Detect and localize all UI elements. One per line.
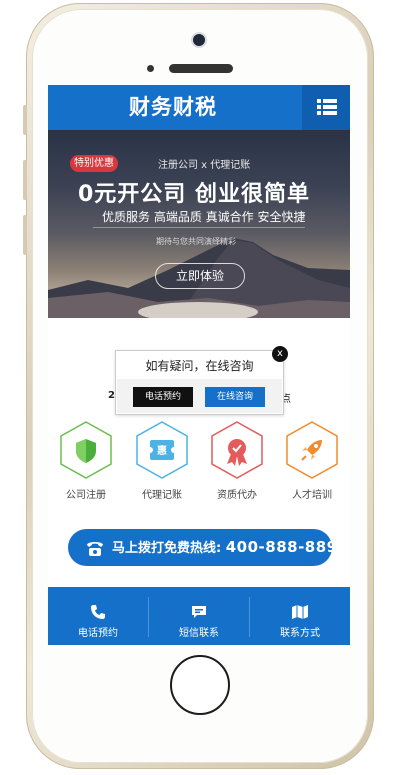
banner-tagline: 期待与您共同演绎精彩	[156, 237, 236, 246]
consult-popup: 如有疑问，在线咨询 电话预约 在线咨询	[115, 350, 284, 415]
phone-sensor	[147, 65, 154, 72]
map-icon	[292, 605, 308, 619]
service-company-registration[interactable]: 公司注册	[56, 420, 116, 501]
svg-text:惠: 惠	[157, 444, 167, 457]
nav-label: 联系方式	[280, 628, 320, 639]
telephone-icon	[87, 542, 103, 556]
popup-close-button[interactable]: x	[272, 346, 288, 362]
list-menu-icon	[317, 99, 337, 115]
nav-sms-contact[interactable]: 短信联系	[149, 587, 249, 645]
banner-features: 优质服务 高端品质 真诚合作 安全快捷	[102, 210, 306, 224]
nav-label: 电话预约	[78, 628, 118, 639]
hotline-prefix: 马上拨打免费热线:	[112, 541, 222, 556]
service-talent-training[interactable]: 人才培训	[282, 420, 342, 501]
service-bookkeeping[interactable]: 惠 代理记账	[132, 420, 192, 501]
page-title: 财务财税	[129, 95, 217, 119]
phone-screen: 财务财税 特别优惠 注册公司 x 代理记账 0元开公司 创业很简单 优质服务 高…	[48, 85, 350, 645]
hero-banner: 特别优惠 注册公司 x 代理记账 0元开公司 创业很简单 优质服务 高端品质 真…	[48, 130, 350, 318]
banner-headline: 0元开公司 创业很简单	[78, 182, 310, 207]
menu-button[interactable]	[302, 85, 350, 130]
phone-mute-switch	[23, 105, 27, 135]
phone-speaker	[169, 64, 233, 73]
banner-divider	[93, 227, 305, 228]
service-qualification[interactable]: 资质代办	[207, 420, 267, 501]
hotline-number: 400-888-8899	[225, 538, 349, 556]
bottom-nav: 电话预约 短信联系 联系方式	[48, 587, 350, 645]
online-consult-button[interactable]: 在线咨询	[205, 387, 265, 407]
nav-contact-info[interactable]: 联系方式	[250, 587, 350, 645]
phone-appointment-button[interactable]: 电话预约	[133, 387, 193, 407]
special-offer-badge: 特别优惠	[70, 155, 118, 172]
app-header: 财务财税	[48, 85, 350, 130]
hotline-button[interactable]: 马上拨打免费热线: 400-888-8899	[68, 529, 348, 566]
phone-icon	[91, 605, 105, 619]
phone-home-button[interactable]	[170, 655, 230, 715]
hotline-text: 马上拨打免费热线: 400-888-8899	[112, 529, 349, 566]
nav-phone-appointment[interactable]: 电话预约	[48, 587, 148, 645]
ticket-icon: 惠	[136, 421, 188, 479]
rocket-icon	[286, 421, 338, 479]
medal-icon	[211, 421, 263, 479]
service-label: 代理记账	[142, 490, 182, 501]
service-label: 资质代办	[217, 490, 257, 501]
message-icon	[192, 606, 206, 618]
nav-label: 短信联系	[179, 628, 219, 639]
service-label: 公司注册	[66, 490, 106, 501]
try-now-button[interactable]: 立即体验	[155, 263, 245, 289]
phone-volume-up	[23, 160, 27, 200]
phone-volume-down	[23, 215, 27, 255]
shield-icon	[60, 421, 112, 479]
service-label: 人才培训	[292, 490, 332, 501]
popup-title: 如有疑问，在线咨询	[145, 359, 254, 373]
phone-camera	[193, 34, 205, 46]
banner-subtitle: 注册公司 x 代理记账	[158, 160, 251, 171]
